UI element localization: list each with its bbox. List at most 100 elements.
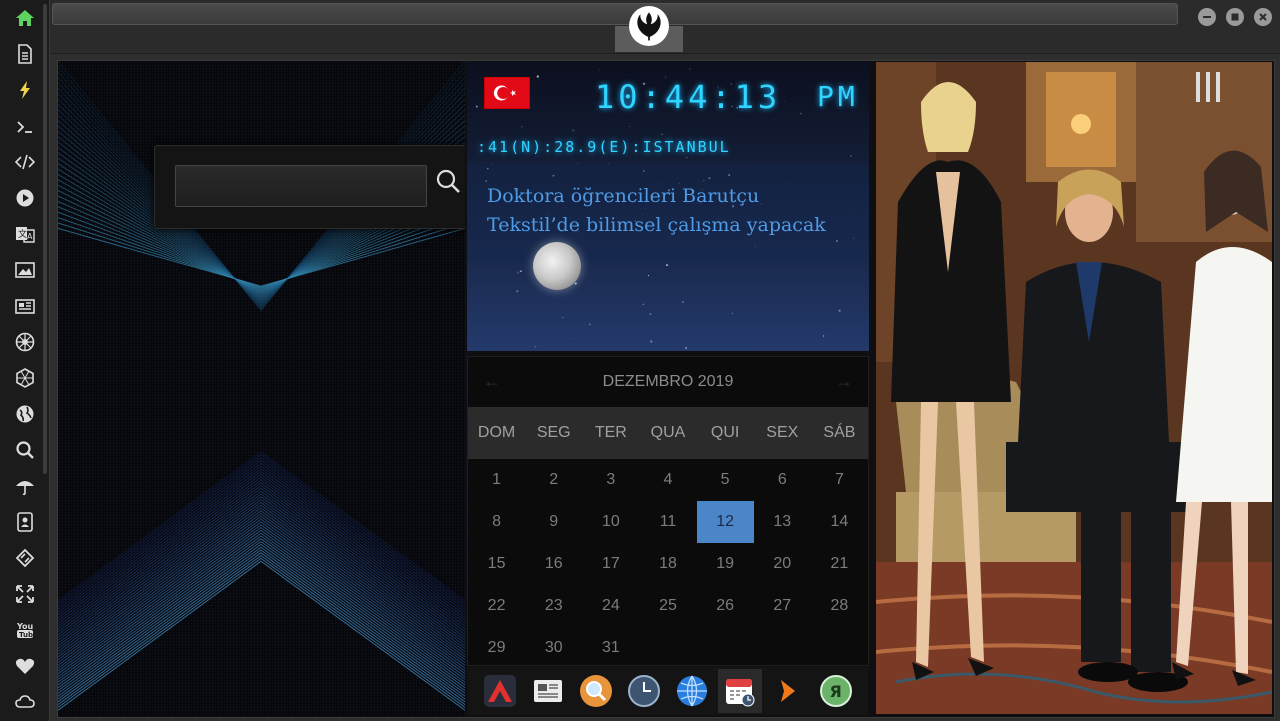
- terminal-icon[interactable]: [12, 114, 38, 140]
- chevron-app-icon[interactable]: [766, 669, 810, 713]
- calendar-day[interactable]: 6: [754, 459, 811, 501]
- yandex-icon[interactable]: Я: [814, 669, 858, 713]
- moon-icon: [533, 242, 581, 290]
- calendar-app-icon[interactable]: [718, 669, 762, 713]
- star: [574, 282, 577, 285]
- close-button[interactable]: [1254, 8, 1272, 26]
- star: [520, 270, 522, 273]
- star: [661, 133, 663, 136]
- calendar-day[interactable]: 13: [754, 501, 811, 543]
- arrow-app-icon[interactable]: [478, 669, 522, 713]
- calendar-day[interactable]: 25: [639, 585, 696, 627]
- maximize-button[interactable]: [1226, 8, 1244, 26]
- star: [562, 316, 564, 319]
- calendar-day[interactable]: 20: [754, 543, 811, 585]
- star: [517, 271, 520, 274]
- turkey-flag-icon: [484, 77, 530, 109]
- calendar-day[interactable]: 7: [811, 459, 868, 501]
- code-icon[interactable]: [12, 149, 38, 175]
- star: [689, 68, 691, 70]
- star: [838, 309, 841, 312]
- clock-time: 10:44:13: [595, 78, 782, 116]
- star: [497, 316, 499, 317]
- hexagon-icon[interactable]: [12, 365, 38, 391]
- weekday-label: DOM: [477, 424, 516, 441]
- calendar-day[interactable]: 1: [468, 459, 525, 501]
- translate-icon[interactable]: 文A: [12, 221, 38, 247]
- calendar-day[interactable]: 19: [697, 543, 754, 585]
- sidebar-scrollbar[interactable]: [43, 4, 47, 474]
- rebel-alliance-icon[interactable]: [629, 6, 669, 46]
- calendar-day[interactable]: 18: [639, 543, 696, 585]
- calendar-day[interactable]: 30: [525, 627, 582, 669]
- star: [534, 72, 536, 74]
- search-input[interactable]: [175, 165, 427, 207]
- news-headline[interactable]: Doktora öğrencileri Barutçu Tekstil’de b…: [487, 182, 857, 240]
- globe-icon[interactable]: [12, 401, 38, 427]
- calendar-day[interactable]: 14: [811, 501, 868, 543]
- calendar-day[interactable]: 24: [582, 585, 639, 627]
- calendar-day[interactable]: 3: [582, 459, 639, 501]
- newspaper-icon[interactable]: [526, 669, 570, 713]
- minimize-button[interactable]: [1198, 8, 1216, 26]
- weekday-label: SÁB: [823, 424, 856, 441]
- calendar-day-today[interactable]: 12: [696, 501, 754, 543]
- calendar-day[interactable]: 10: [582, 501, 639, 543]
- calendar-day[interactable]: 22: [468, 585, 525, 627]
- clock-widget: 10:44:13 PM :41(N):28.9(E):ISTANBUL Dokt…: [467, 62, 869, 351]
- play-icon[interactable]: [12, 185, 38, 211]
- calendar-day[interactable]: 23: [525, 585, 582, 627]
- next-month-icon[interactable]: →: [834, 371, 854, 391]
- star: [681, 301, 684, 304]
- heart-icon[interactable]: [12, 653, 38, 679]
- star: [731, 312, 733, 314]
- address-bar[interactable]: [52, 3, 1178, 25]
- youtube-icon[interactable]: YouTube: [12, 617, 38, 643]
- umbrella-icon[interactable]: [12, 473, 38, 499]
- calendar-grid: 1 2 3 4 5 6 7 8 9 10 11 12 13 14 15 16 17 18 19 20 21 22 23 24 2…: [468, 459, 868, 669]
- magnifier-app-icon[interactable]: [574, 669, 618, 713]
- calendar-day[interactable]: 27: [754, 585, 811, 627]
- svg-text:A: A: [27, 232, 33, 241]
- star: [599, 69, 601, 71]
- calendar-day[interactable]: 16: [525, 543, 582, 585]
- dock: Я: [468, 667, 868, 715]
- calendar-month-label: DEZEMBRO 2019: [602, 373, 734, 390]
- calendar-day[interactable]: 2: [525, 459, 582, 501]
- tag-icon[interactable]: [12, 545, 38, 571]
- calendar-day[interactable]: 17: [582, 543, 639, 585]
- fullscreen-icon[interactable]: [12, 581, 38, 607]
- calendar-day[interactable]: 29: [468, 627, 525, 669]
- calendar-day[interactable]: 9: [525, 501, 582, 543]
- contacts-icon[interactable]: [12, 509, 38, 535]
- star: [475, 105, 478, 108]
- photo-panel[interactable]: [876, 62, 1272, 714]
- image-icon[interactable]: [12, 257, 38, 283]
- svg-text:You: You: [16, 622, 34, 631]
- calendar-day[interactable]: 5: [697, 459, 754, 501]
- clock-app-icon[interactable]: [622, 669, 666, 713]
- search-button[interactable]: [435, 168, 465, 204]
- search-icon[interactable]: [12, 437, 38, 463]
- weekday-label: QUI: [710, 424, 740, 441]
- home-icon[interactable]: [12, 5, 38, 31]
- star: [822, 335, 825, 337]
- lightning-icon[interactable]: [12, 77, 38, 103]
- calendar-day[interactable]: 8: [468, 501, 525, 543]
- calendar-day[interactable]: 31: [582, 627, 639, 669]
- calendar-day[interactable]: 15: [468, 543, 525, 585]
- empire-icon[interactable]: [12, 329, 38, 355]
- prev-month-icon[interactable]: ←: [482, 371, 502, 391]
- star: [536, 75, 539, 78]
- globe-app-icon[interactable]: [670, 669, 714, 713]
- calendar-day[interactable]: 11: [639, 501, 696, 543]
- cloud-icon[interactable]: [12, 689, 38, 715]
- calendar-weekdays: DOM SEG TER QUA QUI SEX SÁB: [468, 407, 868, 459]
- news-icon[interactable]: [12, 293, 38, 319]
- document-icon[interactable]: [12, 41, 38, 67]
- star: [685, 347, 687, 349]
- calendar-day[interactable]: 26: [697, 585, 754, 627]
- calendar-day[interactable]: 4: [639, 459, 696, 501]
- calendar-day[interactable]: 21: [811, 543, 868, 585]
- calendar-day[interactable]: 28: [811, 585, 868, 627]
